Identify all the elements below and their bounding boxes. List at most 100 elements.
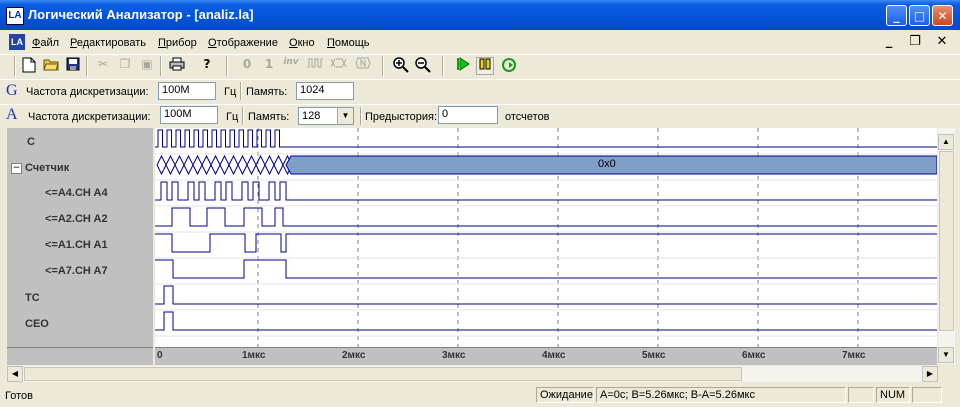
open-folder-icon[interactable] xyxy=(42,57,60,75)
generator-memory-label: Память: xyxy=(246,86,288,98)
signal-a1-wave xyxy=(155,233,937,253)
tick-label: 6мкс xyxy=(742,350,766,361)
scroll-left-icon[interactable]: ◀ xyxy=(7,366,23,382)
signal-tc-wave xyxy=(155,285,937,305)
menu-file[interactable]: Файл xyxy=(32,37,59,49)
tick-label: 7мкс xyxy=(842,350,866,361)
zoom-in-icon[interactable] xyxy=(392,57,410,75)
mdi-close-button[interactable]: ✕ xyxy=(933,34,951,50)
generator-freq-input[interactable]: 100M xyxy=(158,82,216,100)
print-icon[interactable] xyxy=(168,57,186,75)
waveform-canvas[interactable] xyxy=(155,128,937,347)
chevron-down-icon[interactable]: ▼ xyxy=(337,108,353,124)
horizontal-scrollbar[interactable]: ◀ ▶ xyxy=(7,366,938,382)
signal-name-c[interactable]: C xyxy=(27,136,35,148)
inv-icon[interactable]: inv xyxy=(282,57,300,75)
waveform-area[interactable]: 0x0 xyxy=(155,128,937,347)
mdi-restore-button[interactable]: ❐ xyxy=(906,34,924,50)
tick-label: 1мкс xyxy=(242,350,266,361)
analyzer-memory-select[interactable]: 128 ▼ xyxy=(298,107,354,125)
signal-name-a1[interactable]: <=A1.CH A1 xyxy=(45,239,108,251)
bus-icon[interactable] xyxy=(330,57,348,75)
signal-name-tc[interactable]: TC xyxy=(25,292,40,304)
analyzer-memory-label: Память: xyxy=(248,111,290,123)
signal-name-counter[interactable]: Счетчик xyxy=(25,162,69,174)
minimize-button[interactable]: _ xyxy=(886,5,907,26)
menu-device[interactable]: Прибор xyxy=(158,37,197,49)
paste-icon[interactable]: ▣ xyxy=(138,57,156,75)
pretrigger-input[interactable]: 0 xyxy=(438,106,498,124)
signal-a2-wave xyxy=(155,207,937,227)
maximize-button[interactable]: □ xyxy=(909,5,930,26)
signal-names-panel[interactable]: C − Счетчик <=A4.CH A4 <=A2.CH A2 <=A1.C… xyxy=(7,128,153,347)
pretrigger-label: Предыстория: xyxy=(365,111,438,123)
signal-name-ceo[interactable]: CEO xyxy=(25,318,49,330)
zero-icon[interactable]: 0 xyxy=(238,57,256,75)
number-icon[interactable] xyxy=(354,57,372,75)
generator-freq-unit: Гц xyxy=(224,86,237,98)
menu-window[interactable]: Окно xyxy=(289,37,315,49)
help-icon[interactable]: ? xyxy=(198,57,216,75)
signal-counter-wave-bottom xyxy=(156,163,293,176)
toolbar-separator xyxy=(382,56,384,76)
window-title: Логический Анализатор - [analiz.la] xyxy=(28,7,254,22)
app-icon[interactable]: LA xyxy=(6,7,24,25)
run-icon[interactable] xyxy=(454,57,472,75)
scroll-up-icon[interactable]: ▲ xyxy=(938,134,954,150)
names-footer xyxy=(7,347,153,365)
repeat-icon[interactable] xyxy=(500,57,518,75)
signal-a4-wave xyxy=(155,181,937,201)
pretrigger-unit: отсчетов xyxy=(505,111,550,123)
cut-icon[interactable]: ✂ xyxy=(94,57,112,75)
generator-mode-icon: G xyxy=(6,82,18,99)
menu-edit[interactable]: Редактировать xyxy=(70,37,146,49)
toolbar-separator xyxy=(360,107,362,125)
signal-ceo-wave xyxy=(155,311,937,331)
close-button[interactable]: ✕ xyxy=(932,5,953,26)
toolbar-separator xyxy=(86,56,88,76)
toolbar-separator xyxy=(160,56,162,76)
generator-memory-input[interactable]: 1024 xyxy=(296,82,354,100)
vertical-scrollbar[interactable]: ▲ ▼ xyxy=(938,128,955,364)
tick-label: 5мкс xyxy=(642,350,666,361)
generator-freq-label: Частота дискретизации: xyxy=(26,86,149,98)
copy-icon[interactable]: ❐ xyxy=(116,57,134,75)
scroll-right-icon[interactable]: ▶ xyxy=(922,366,938,382)
horizontal-scroll-thumb[interactable] xyxy=(24,367,742,381)
pause-icon[interactable] xyxy=(476,57,494,75)
signal-counter-wave-top xyxy=(156,154,293,167)
signal-name-a2[interactable]: <=A2.CH A2 xyxy=(45,213,108,225)
signal-name-a4[interactable]: <=A4.CH A4 xyxy=(45,187,108,199)
signal-a7-wave xyxy=(155,259,937,279)
toolbar-separator xyxy=(242,107,244,125)
new-document-icon[interactable] xyxy=(20,57,38,75)
status-text: Готов xyxy=(5,390,33,402)
menu-help[interactable]: Помощь xyxy=(327,37,370,49)
tick-label: 4мкс xyxy=(542,350,566,361)
clock-icon[interactable] xyxy=(306,57,324,75)
signal-c-wave xyxy=(155,129,937,148)
scroll-down-icon[interactable]: ▼ xyxy=(938,347,954,363)
status-cursors: A=0с; B=5.26мкс; B-A=5.26мкс xyxy=(596,387,846,403)
status-empty-panel xyxy=(912,387,942,403)
toolbar-separator xyxy=(240,82,242,100)
document-icon[interactable]: LA xyxy=(9,34,25,50)
one-icon[interactable]: 1 xyxy=(260,57,278,75)
analyzer-memory-value: 128 xyxy=(302,110,321,122)
toolbar-separator xyxy=(14,56,16,76)
analyzer-freq-unit: Гц xyxy=(226,111,239,123)
zoom-out-icon[interactable] xyxy=(414,57,432,75)
signal-name-a7[interactable]: <=A7.CH A7 xyxy=(45,265,108,277)
vertical-scroll-thumb[interactable] xyxy=(939,151,954,331)
save-icon[interactable] xyxy=(64,57,82,75)
analyzer-freq-label: Частота дискретизации: xyxy=(28,111,151,123)
analyzer-mode-icon: A xyxy=(6,106,18,123)
status-empty-panel xyxy=(848,387,874,403)
menu-view[interactable]: Отображение xyxy=(208,37,278,49)
tick-label: 3мкс xyxy=(442,350,466,361)
tick-label: 0 xyxy=(157,350,163,361)
mdi-minimize-button[interactable]: _ xyxy=(880,34,898,50)
status-state: Ожидание xyxy=(536,387,594,403)
collapse-icon[interactable]: − xyxy=(11,163,22,174)
analyzer-freq-input[interactable]: 100M xyxy=(160,106,218,124)
